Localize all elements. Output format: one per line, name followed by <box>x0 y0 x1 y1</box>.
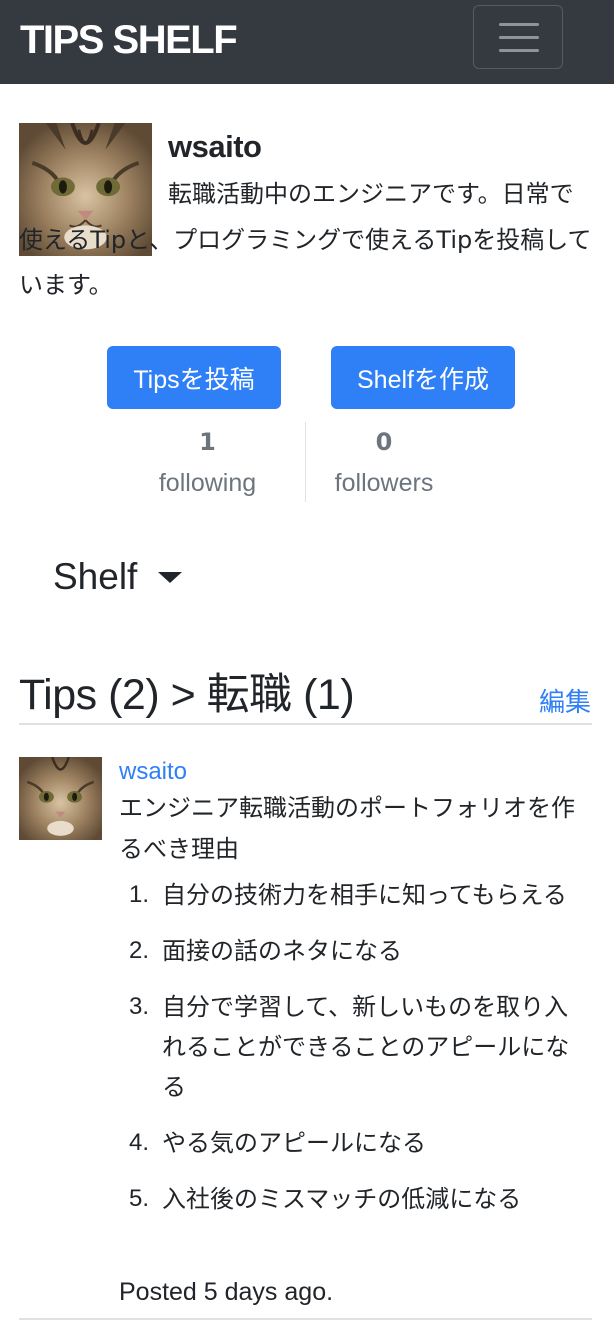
list-item: 2. 面接の話のネタになる <box>129 937 402 965</box>
profile-username: wsaito <box>168 129 262 164</box>
caret-down-icon <box>158 571 183 583</box>
following-label[interactable]: following <box>140 466 275 500</box>
cat-avatar-image <box>19 757 102 840</box>
followers-label[interactable]: followers <box>320 466 448 500</box>
menu-toggle-button[interactable] <box>473 5 563 69</box>
list-item: 3. 自分で学習して、新しいものを取り入れることができることのアピールになる <box>129 993 570 1101</box>
following-count[interactable]: 1 <box>140 427 275 457</box>
list-item: 4. やる気のアピールになる <box>129 1129 426 1157</box>
navbar: TIPS SHELF <box>0 0 614 84</box>
divider <box>19 723 592 725</box>
tip-author-link[interactable]: wsaito <box>119 757 187 787</box>
followers-count[interactable]: 0 <box>320 427 448 457</box>
tip-title: エンジニア転職活動のポートフォリオを作るべき理由 <box>119 794 575 863</box>
profile-bio-text: 転職活動中のエンジニアです。日常で使えるTipと、プログラミングで使えるTipを… <box>19 180 592 299</box>
tips-heading: Tips (2) > 転職 (1) <box>19 671 355 719</box>
tip-author-avatar[interactable] <box>19 757 102 840</box>
stats-divider <box>305 422 306 502</box>
posted-time: Posted 5 days ago. <box>119 1278 334 1306</box>
list-item: 1. 自分の技術力を相手に知ってもらえる <box>129 881 567 909</box>
divider <box>19 1318 592 1320</box>
list-item: 5. 入社後のミスマッチの低減になる <box>129 1185 522 1213</box>
create-shelf-button[interactable]: Shelfを作成 <box>331 346 515 409</box>
post-tips-button[interactable]: Tipsを投稿 <box>107 346 281 409</box>
shelf-dropdown-label: Shelf <box>53 556 138 597</box>
shelf-dropdown[interactable]: Shelf <box>53 554 183 600</box>
profile-bio: 転職活動中のエンジニアです。日常で使えるTipと、プログラミングで使えるTipを… <box>19 172 594 309</box>
edit-link[interactable]: 編集 <box>539 686 591 718</box>
tip-points-list: 1. 自分の技術力を相手に知ってもらえる 2. 面接の話のネタになる 3. 自分で学習… <box>119 875 589 1235</box>
brand-logo[interactable]: TIPS SHELF <box>20 16 238 64</box>
